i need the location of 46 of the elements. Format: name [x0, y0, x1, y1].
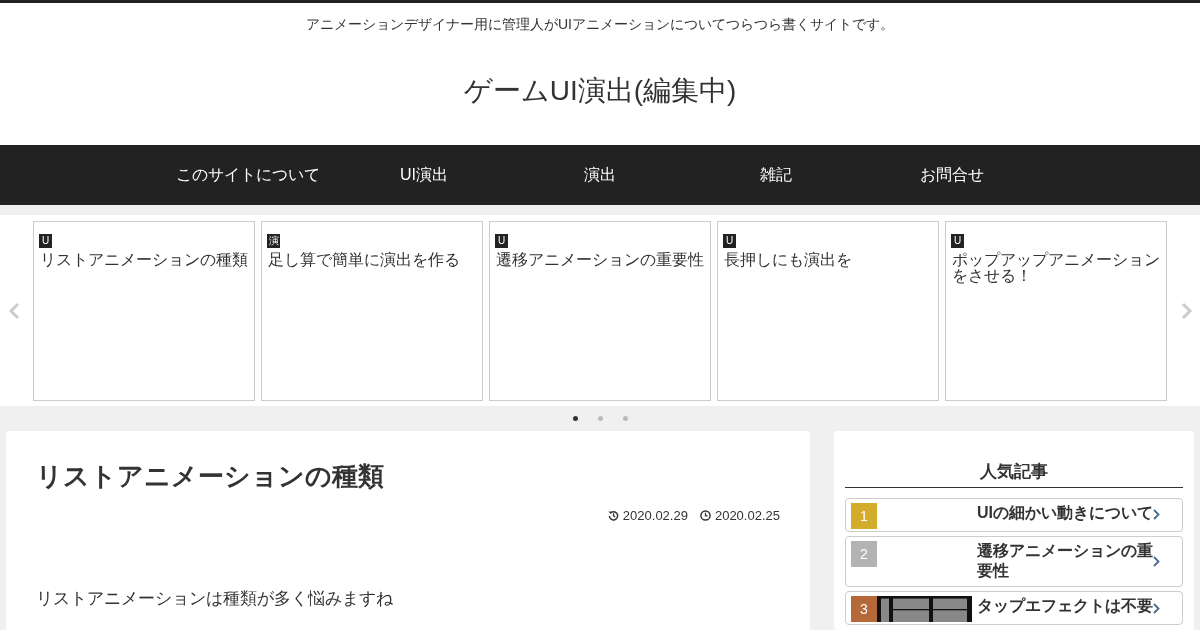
update-date: 2020.02.29	[622, 507, 688, 526]
chevron-right-icon[interactable]	[1180, 301, 1193, 320]
carousel-dot[interactable]	[622, 416, 628, 421]
clock-icon	[699, 510, 711, 522]
site-title[interactable]: ゲームUI演出(編集中)	[463, 70, 737, 112]
category-tag: U	[39, 233, 52, 248]
post-card[interactable]: U リストアニメーションの種類	[33, 220, 255, 401]
popular-post[interactable]: 1 UIの細かい動きについて	[845, 497, 1183, 532]
card-title: 長押しにも演出を	[724, 251, 853, 269]
site-tagline: アニメーションデザイナー用に管理人がUIアニメーションについてつらつら書くサイトです。	[306, 15, 894, 34]
chevron-right-icon	[1153, 602, 1160, 614]
publish-date: 2020.02.25	[714, 507, 780, 526]
post-title: 遷移アニメーションの重要性	[977, 540, 1153, 582]
nav-link[interactable]: UI演出	[336, 145, 512, 205]
article-text: リストアニメーションは種類が多く悩みますね	[36, 587, 393, 610]
chevron-right-icon	[1153, 555, 1160, 567]
article-title: リストアニメーションの種類	[36, 461, 384, 493]
rank-badge: 2	[851, 540, 877, 567]
card-title: ポップアップアニメーションをさせる！	[952, 251, 1160, 286]
popular-post[interactable]: 3 タップエフェクトは不要	[845, 591, 1183, 626]
chevron-right-icon	[1153, 509, 1160, 520]
popular-post[interactable]: 2 遷移アニメーションの重要性	[845, 535, 1183, 588]
category-tag: U	[951, 233, 964, 248]
post-card[interactable]: U 遷移アニメーションの重要性	[489, 220, 711, 401]
chevron-left-icon[interactable]	[7, 301, 20, 320]
nav-link[interactable]: このサイトについて	[160, 145, 336, 205]
rank-badge: 3	[851, 596, 877, 623]
post-card[interactable]: U ポップアップアニメーションをさせる！	[945, 220, 1167, 401]
post-title: タップエフェクトは不要	[977, 596, 1153, 617]
category-tag: U	[723, 233, 736, 248]
update-icon	[607, 510, 619, 522]
category-tag: U	[495, 233, 508, 248]
nav-link[interactable]: 演出	[512, 145, 688, 205]
nav-link[interactable]: お問合せ	[864, 145, 1040, 205]
rank-badge: 1	[851, 502, 877, 529]
post-title: UIの細かい動きについて	[977, 502, 1153, 523]
sidebar-heading: 人気記事	[845, 459, 1183, 488]
carousel-dot[interactable]	[597, 416, 603, 421]
carousel-dot[interactable]	[572, 416, 578, 421]
post-card[interactable]: U 長押しにも演出を	[717, 220, 939, 401]
card-title: 遷移アニメーションの重要性	[496, 251, 704, 269]
category-tag: 演	[267, 233, 280, 248]
post-card[interactable]: 演 足し算で簡単に演出を作る	[261, 220, 483, 401]
card-title: 足し算で簡単に演出を作る	[268, 251, 461, 269]
card-title: リストアニメーションの種類	[40, 251, 248, 269]
nav-link[interactable]: 雑記	[688, 145, 864, 205]
